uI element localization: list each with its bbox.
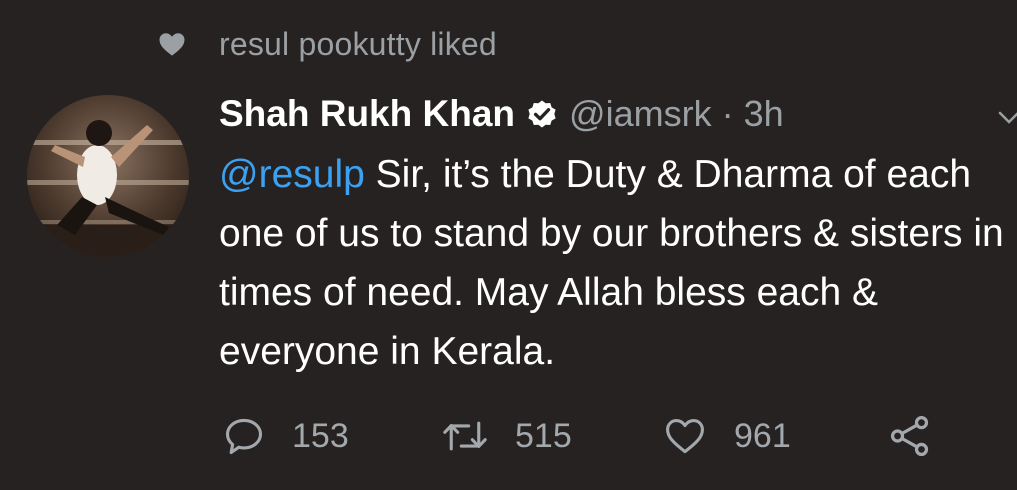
heart-icon	[159, 33, 185, 56]
social-context-text: resul pookutty liked	[219, 25, 497, 62]
retweet-count: 515	[515, 416, 572, 455]
reply-count: 153	[292, 416, 349, 455]
like-button[interactable]: 961	[662, 414, 887, 458]
social-context: resul pookutty liked	[157, 24, 497, 64]
retweet-button[interactable]: 515	[441, 414, 662, 458]
retweet-icon	[443, 421, 487, 451]
tweet-header: Shah Rukh Khan @iamsrk · 3h	[219, 88, 784, 140]
verified-badge-icon	[528, 100, 556, 128]
like-count: 961	[734, 416, 791, 455]
avatar-photo	[27, 95, 189, 257]
avatar[interactable]	[27, 95, 189, 257]
chevron-down-icon[interactable]	[997, 108, 1017, 128]
share-button[interactable]	[887, 413, 933, 459]
share-icon	[890, 415, 929, 457]
tweet-timestamp[interactable]: 3h	[744, 93, 784, 135]
mention-link[interactable]: @resulp	[219, 153, 365, 196]
reply-icon	[225, 418, 263, 455]
author-name[interactable]: Shah Rukh Khan	[219, 93, 515, 135]
tweet-text: @resulp Sir, it’s the Duty & Dharma of e…	[219, 145, 1009, 381]
separator-dot: ·	[721, 93, 734, 134]
reply-button[interactable]: 153	[222, 414, 443, 458]
author-handle[interactable]: @iamsrk	[569, 93, 712, 135]
tweet-actions: 153 515 961	[222, 412, 933, 460]
heart-icon	[666, 419, 704, 454]
